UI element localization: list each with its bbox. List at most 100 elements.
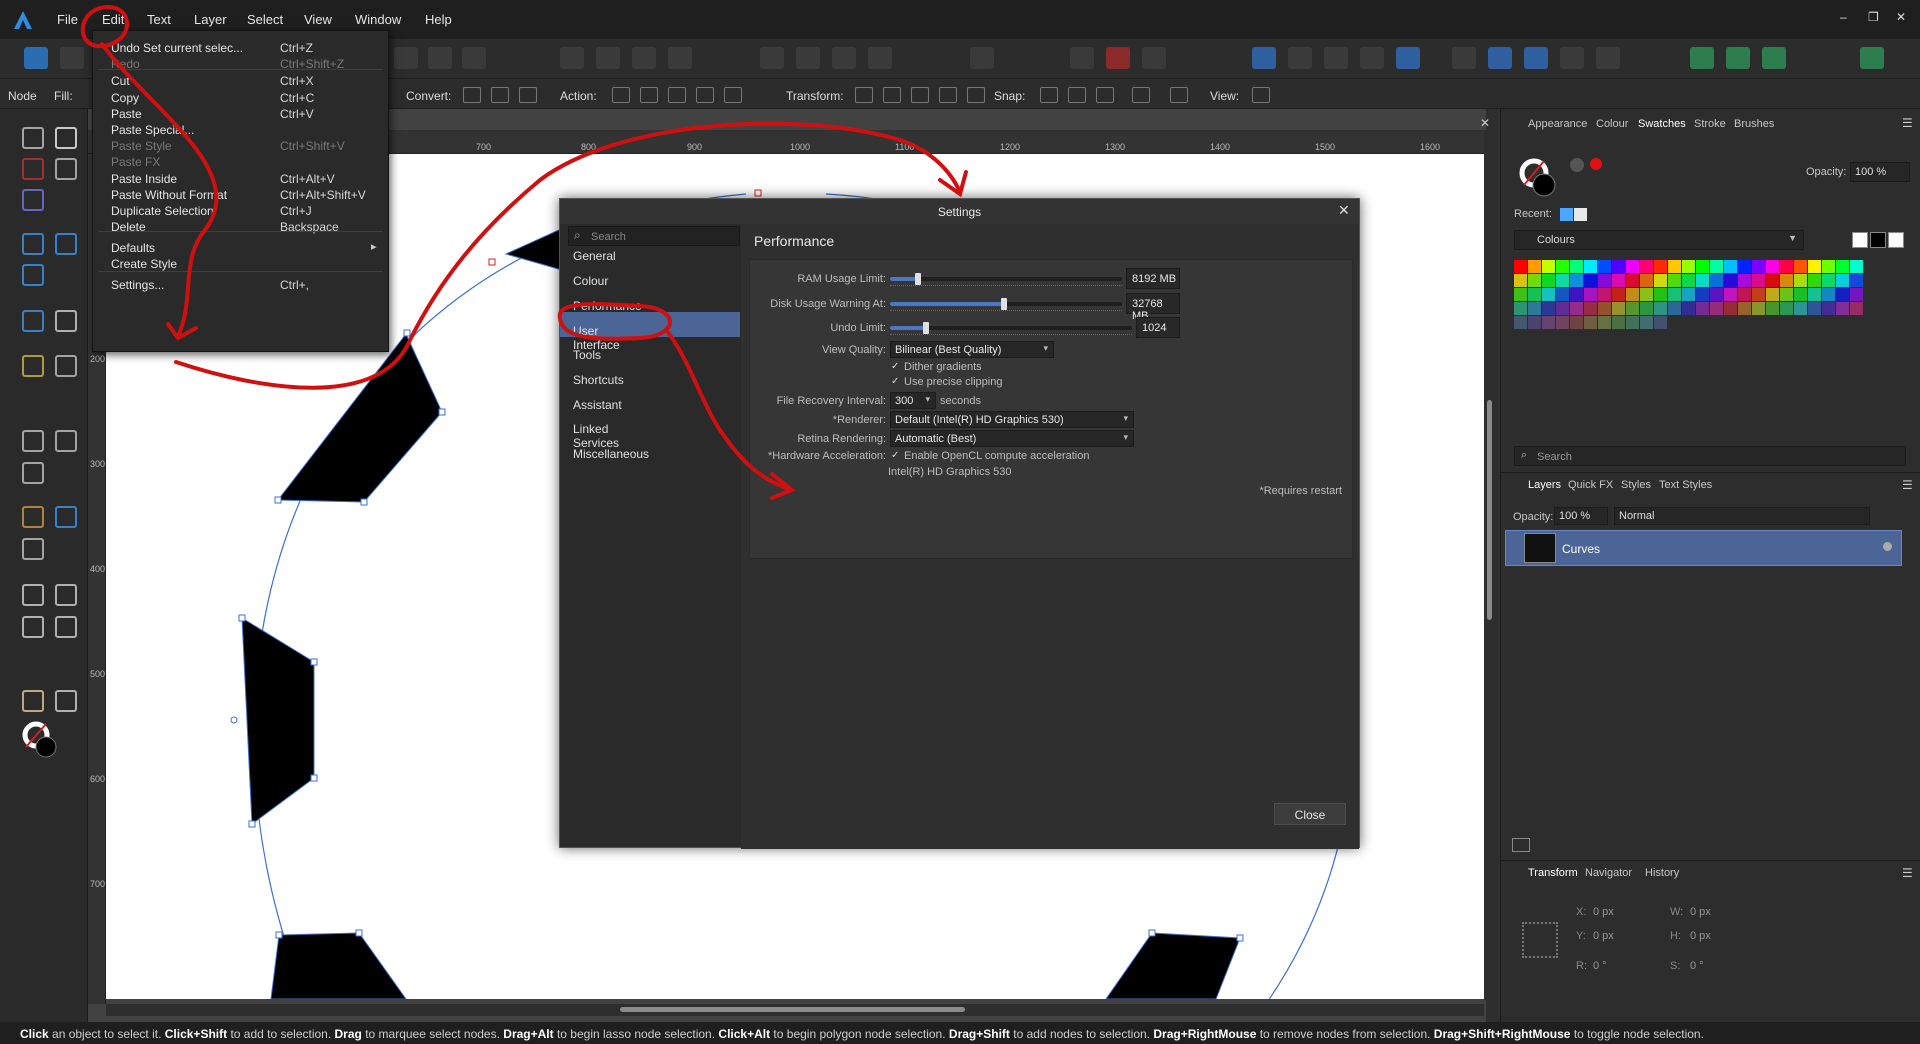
recent-swatch[interactable] [1574, 208, 1587, 221]
color-swatch[interactable] [1668, 288, 1681, 301]
insert-target-icon[interactable] [1560, 47, 1584, 69]
color-swatch[interactable] [1570, 260, 1583, 273]
retina-select[interactable]: Automatic (Best) ▾ [890, 430, 1134, 447]
color-picker-icon[interactable] [55, 506, 77, 528]
ruler-guides-icon[interactable] [1070, 47, 1094, 69]
flip-icon[interactable] [970, 47, 994, 69]
color-swatch[interactable] [1612, 288, 1625, 301]
horizontal-scroll-thumb[interactable] [620, 1007, 965, 1012]
close-icon[interactable]: ✕ [1338, 202, 1350, 219]
white-swatch[interactable] [1888, 232, 1904, 248]
color-swatch[interactable] [1780, 288, 1793, 301]
arrange-icon[interactable] [832, 47, 856, 69]
color-swatch[interactable] [1794, 274, 1807, 287]
color-swatch[interactable] [1836, 302, 1849, 315]
color-swatch[interactable] [1612, 260, 1625, 273]
transform-mode-icon[interactable] [883, 87, 901, 103]
color-swatch[interactable] [1822, 274, 1835, 287]
menu-item-cut[interactable]: Cut Ctrl+X [93, 72, 388, 88]
pencil-tool-icon[interactable] [22, 355, 44, 377]
contour-tool-icon[interactable] [22, 189, 44, 211]
color-swatch[interactable] [1570, 302, 1583, 315]
color-swatch[interactable] [1584, 260, 1597, 273]
color-swatch[interactable] [1738, 288, 1751, 301]
snap-option-icon[interactable] [1096, 87, 1114, 103]
insert-inside-icon[interactable] [1524, 47, 1548, 69]
color-picker-icon[interactable] [1570, 158, 1584, 172]
move-tool-icon[interactable] [22, 127, 44, 149]
smooth-node-icon[interactable] [491, 87, 509, 103]
tab-quick-fx[interactable]: Quick FX [1568, 479, 1613, 491]
color-swatch[interactable] [1584, 288, 1597, 301]
color-swatch[interactable] [1794, 288, 1807, 301]
recent-swatch[interactable] [1560, 208, 1573, 221]
geometry-divide-icon[interactable] [1396, 47, 1420, 69]
menu-item-paste-special[interactable]: Paste Special... [93, 121, 388, 137]
color-swatch[interactable] [1598, 288, 1611, 301]
snap-pattern-icon[interactable] [462, 47, 486, 69]
menu-item-undo-set-current-selec[interactable]: Undo Set current selec... Ctrl+Z [93, 39, 388, 55]
transform-mode-icon[interactable] [855, 87, 873, 103]
color-swatch[interactable] [1528, 316, 1541, 329]
color-swatch[interactable] [1668, 302, 1681, 315]
color-swatch[interactable] [1542, 302, 1555, 315]
ram-value-field[interactable]: 8192 MB [1126, 268, 1180, 289]
color-swatch[interactable] [1766, 302, 1779, 315]
color-swatch[interactable] [1570, 274, 1583, 287]
color-swatch[interactable] [1822, 302, 1835, 315]
vector-crop-icon[interactable] [22, 310, 44, 332]
close-document-icon[interactable]: ✕ [1480, 116, 1490, 130]
color-swatch[interactable] [1696, 274, 1709, 287]
transform-mode-icon[interactable] [967, 87, 985, 103]
color-swatch[interactable] [1696, 302, 1709, 315]
geometry-intersect-icon[interactable] [1324, 47, 1348, 69]
tab-swatches[interactable]: Swatches [1638, 118, 1686, 130]
layer-row[interactable]: Curves [1505, 530, 1902, 566]
color-swatch[interactable] [1598, 260, 1611, 273]
view-quality-select[interactable]: Bilinear (Best Quality) ▾ [890, 341, 1054, 358]
place-image-icon[interactable] [22, 264, 44, 286]
anchor-selector-icon[interactable] [1522, 922, 1558, 958]
color-swatch[interactable] [1808, 274, 1821, 287]
color-swatch[interactable] [1514, 274, 1527, 287]
geometry-add-icon[interactable] [1252, 47, 1276, 69]
color-swatch[interactable] [1654, 260, 1667, 273]
menu-item-defaults[interactable]: Defaults ▸ [93, 239, 388, 255]
transparency-tool-icon[interactable] [55, 430, 77, 452]
settings-nav-shortcuts[interactable]: Shortcuts [573, 373, 624, 387]
color-swatch[interactable] [1570, 288, 1583, 301]
menu-help[interactable]: Help [425, 12, 452, 27]
color-swatch[interactable] [1528, 274, 1541, 287]
corner-tool-icon[interactable] [22, 158, 44, 180]
settings-nav-general[interactable]: General [573, 249, 616, 263]
smart-node-icon[interactable] [519, 87, 537, 103]
disk-value-field[interactable]: 32768 MB [1126, 293, 1180, 322]
menu-item-create-style[interactable]: Create Style [93, 255, 388, 271]
color-swatch[interactable] [1808, 288, 1821, 301]
color-swatch[interactable] [1598, 302, 1611, 315]
break-curve-icon[interactable] [612, 87, 630, 103]
color-swatch[interactable] [1682, 302, 1695, 315]
color-swatch[interactable] [1752, 274, 1765, 287]
grid-view-icon[interactable] [60, 47, 84, 69]
align-icon[interactable] [668, 47, 692, 69]
color-swatch[interactable] [1654, 288, 1667, 301]
undo-value-field[interactable]: 1024 [1136, 317, 1180, 338]
color-swatch[interactable] [1724, 274, 1737, 287]
snap-option-icon[interactable] [1040, 87, 1058, 103]
rectangle-tool-icon[interactable] [22, 584, 44, 606]
align-icon[interactable] [596, 47, 620, 69]
color-swatch[interactable] [1514, 302, 1527, 315]
erase-tool-icon[interactable] [22, 538, 44, 560]
color-swatch[interactable] [1836, 288, 1849, 301]
tab-navigator[interactable]: Navigator [1585, 867, 1632, 879]
color-swatch[interactable] [1752, 288, 1765, 301]
crop-tool-icon[interactable] [22, 462, 44, 484]
tab-brushes[interactable]: Brushes [1734, 118, 1774, 130]
color-swatch[interactable] [1738, 302, 1751, 315]
color-swatch[interactable] [1626, 260, 1639, 273]
geometry-xor-icon[interactable] [1360, 47, 1384, 69]
close-curve-icon[interactable] [640, 87, 658, 103]
color-swatch[interactable] [1668, 274, 1681, 287]
s-field[interactable]: 0 ° [1690, 960, 1704, 972]
